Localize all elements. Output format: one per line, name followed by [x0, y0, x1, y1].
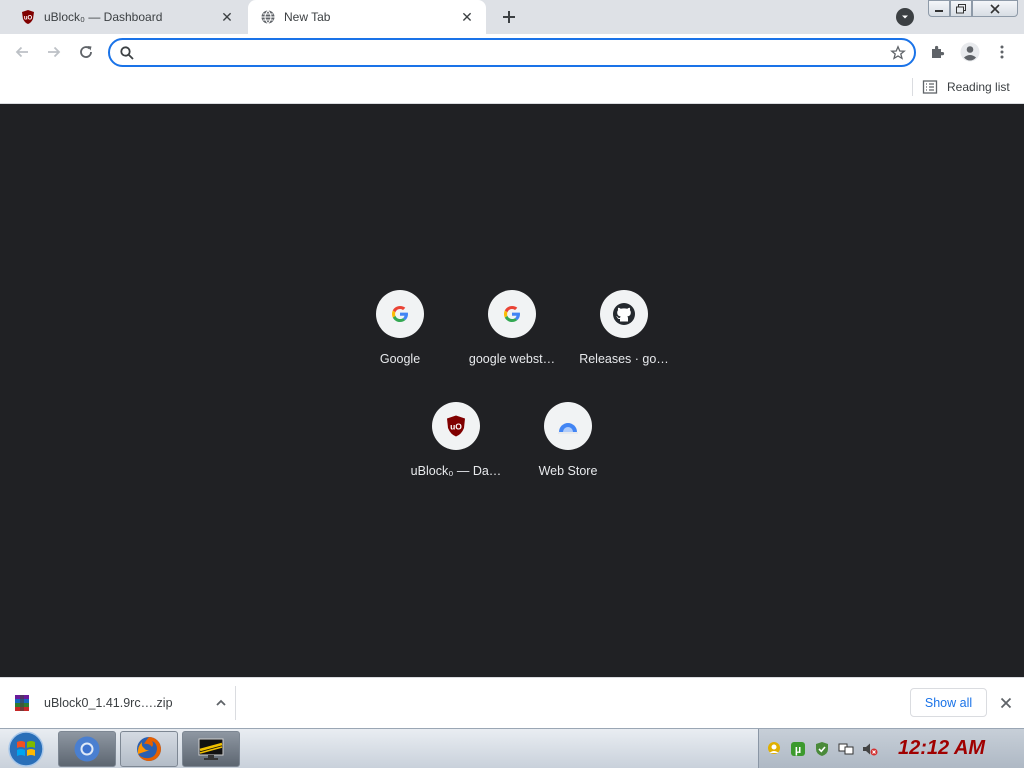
puzzle-icon — [932, 45, 945, 58]
download-item[interactable]: uBlock0_1.41.9rc….zip — [12, 686, 236, 720]
network-icon[interactable] — [838, 741, 854, 757]
svg-text:µ: µ — [795, 744, 801, 756]
restore-button[interactable] — [950, 0, 972, 17]
address-input[interactable] — [140, 43, 880, 62]
bookmarks-bar: Reading list — [0, 70, 1024, 104]
user-account-icon[interactable] — [766, 741, 782, 757]
taskbar: µ 12:12 AM — [0, 728, 1024, 768]
firefox-icon — [137, 737, 161, 761]
shortcut-tile[interactable]: Releases · go… — [568, 272, 680, 384]
tab-title: New Tab — [284, 10, 331, 24]
back-button[interactable] — [10, 40, 34, 64]
webstore-icon — [544, 402, 592, 450]
restore-icon — [956, 3, 966, 13]
reading-list-label: Reading list — [947, 80, 1010, 94]
window-controls — [928, 0, 1020, 17]
arrow-right-icon — [48, 46, 61, 58]
tab-ublock-dashboard[interactable]: uO uBlock₀ — Dashboard ✕ — [8, 0, 246, 34]
shortcut-tile[interactable]: google webst… — [456, 272, 568, 384]
kebab-menu-icon — [1000, 45, 1004, 59]
terminal-icon — [198, 738, 224, 760]
taskbar-firefox[interactable] — [120, 731, 178, 767]
globe-icon — [260, 9, 276, 25]
google-icon — [376, 290, 424, 338]
taskbar-chrome[interactable] — [58, 731, 116, 767]
google-icon — [488, 290, 536, 338]
winrar-archive-icon — [15, 695, 29, 711]
new-tab-button[interactable] — [497, 5, 521, 29]
close-icon — [1000, 697, 1012, 709]
download-shelf: uBlock0_1.41.9rc….zip Show all — [0, 677, 1024, 728]
bookmark-star-icon[interactable] — [890, 45, 906, 61]
volume-muted-icon[interactable] — [862, 741, 878, 757]
address-bar[interactable] — [108, 38, 916, 67]
download-options-button[interactable] — [207, 697, 235, 709]
toolbar — [0, 34, 1024, 70]
shortcut-tile[interactable]: Web Store — [512, 384, 624, 496]
reload-icon — [80, 46, 92, 58]
tab-title: uBlock₀ — Dashboard — [44, 10, 163, 24]
chevron-up-icon — [216, 699, 226, 706]
menu-button[interactable] — [990, 40, 1014, 64]
reading-list-button[interactable]: Reading list — [922, 77, 1010, 97]
svg-text:uO: uO — [24, 16, 33, 22]
new-tab-page: Google google webst… Releases · go… uO u… — [0, 104, 1024, 735]
search-icon — [120, 46, 134, 60]
close-window-button[interactable] — [972, 0, 1018, 17]
taskbar-cmd-tool[interactable] — [182, 731, 240, 767]
reload-button[interactable] — [74, 40, 98, 64]
tab-new-tab[interactable]: New Tab ✕ — [248, 0, 486, 34]
close-icon — [990, 3, 1000, 14]
windows-logo-icon — [8, 731, 44, 767]
shortcut-title: Web Store — [538, 464, 598, 478]
bookmarks-separator — [912, 78, 913, 96]
shortcut-tile[interactable]: uO uBlock₀ — Da… — [400, 384, 512, 496]
close-shelf-button[interactable] — [996, 693, 1016, 713]
utorrent-icon[interactable]: µ — [790, 741, 806, 757]
ublock-icon: uO — [432, 402, 480, 450]
start-button[interactable] — [4, 730, 48, 768]
ublock-icon: uO — [20, 9, 36, 25]
arrow-left-icon — [15, 46, 28, 58]
minimize-icon — [935, 9, 943, 12]
tab-close-icon[interactable]: ✕ — [218, 8, 236, 26]
taskbar-clock[interactable]: 12:12 AM — [898, 737, 985, 760]
extensions-button[interactable] — [926, 40, 950, 64]
reading-list-icon — [922, 80, 938, 94]
github-icon — [600, 290, 648, 338]
chrome-icon — [74, 736, 100, 762]
shortcut-title: Google — [379, 352, 421, 366]
shortcut-title: uBlock₀ — Da… — [410, 464, 502, 478]
security-shield-icon[interactable] — [814, 741, 830, 757]
tab-search-button[interactable] — [896, 8, 914, 26]
profile-button[interactable] — [958, 40, 982, 64]
avatar-icon — [960, 42, 980, 62]
minimize-button[interactable] — [928, 0, 950, 17]
shortcut-tile[interactable]: Google — [344, 272, 456, 384]
shortcut-title: Releases · go… — [579, 352, 669, 366]
tab-strip: uO uBlock₀ — Dashboard ✕ New Tab ✕ — [0, 0, 1024, 34]
svg-text:uO: uO — [450, 422, 462, 432]
chevron-down-icon — [902, 15, 908, 19]
download-filename: uBlock0_1.41.9rc….zip — [44, 696, 173, 710]
forward-button[interactable] — [42, 40, 66, 64]
shortcut-title: google webst… — [468, 352, 556, 366]
tab-close-icon[interactable]: ✕ — [458, 8, 476, 26]
show-all-downloads-button[interactable]: Show all — [910, 688, 987, 717]
